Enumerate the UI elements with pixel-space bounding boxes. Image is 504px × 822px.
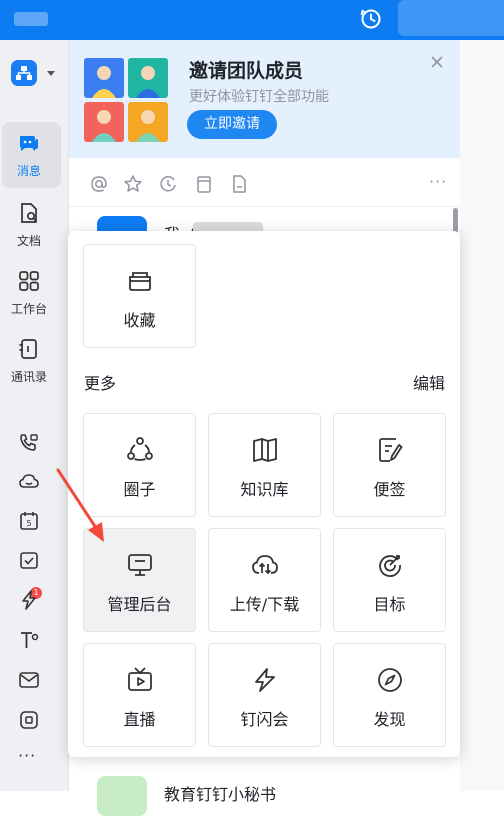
mail-icon[interactable] bbox=[18, 669, 40, 691]
cloud-transfer-icon bbox=[252, 555, 278, 575]
phone-video-icon[interactable] bbox=[18, 432, 40, 454]
list-item[interactable]: 教育钉钉小秘书 bbox=[69, 766, 460, 822]
tile-label: 便签 bbox=[373, 480, 406, 499]
notes-tile[interactable]: 便签 bbox=[333, 413, 446, 517]
lightning-icon[interactable] bbox=[18, 589, 40, 611]
banner-subtitle: 更好体验钉钉全部功能 bbox=[189, 89, 329, 105]
tile-label: 钉闪会 bbox=[240, 710, 289, 729]
tile-label: 管理后台 bbox=[107, 595, 172, 614]
section-title: 更多 bbox=[84, 374, 117, 393]
app-title-obscured bbox=[14, 12, 48, 26]
sidebar-item-docs[interactable]: 文档 bbox=[0, 192, 68, 258]
quick-filter-bar: ··· bbox=[69, 166, 460, 207]
note-icon bbox=[379, 438, 403, 462]
favorites-tile[interactable]: 收藏 bbox=[83, 244, 196, 348]
cloud-icon[interactable] bbox=[18, 470, 40, 492]
favorites-icon bbox=[129, 272, 151, 291]
banner-title: 邀请团队成员 bbox=[189, 60, 304, 82]
more-options-icon[interactable]: ··· bbox=[429, 172, 447, 191]
sidebar-item-label: 文档 bbox=[16, 234, 41, 248]
organization-switcher[interactable] bbox=[11, 60, 57, 86]
team-illustration bbox=[84, 58, 168, 142]
app-icon[interactable] bbox=[18, 709, 40, 731]
tile-label: 直播 bbox=[123, 710, 156, 729]
admin-console-icon bbox=[128, 554, 152, 576]
chevron-down-icon bbox=[47, 71, 55, 76]
calendar-day: 5 bbox=[26, 519, 31, 528]
avatar bbox=[97, 776, 147, 816]
knowledge-base-tile[interactable]: 知识库 bbox=[208, 413, 321, 517]
upload-download-tile[interactable]: 上传/下载 bbox=[208, 528, 321, 632]
chat-area bbox=[460, 40, 504, 791]
recent-icon[interactable] bbox=[158, 174, 178, 194]
annotation-arrow-icon bbox=[56, 468, 104, 542]
knowledge-icon bbox=[253, 438, 277, 462]
live-tile[interactable]: 直播 bbox=[83, 643, 196, 747]
close-icon[interactable] bbox=[429, 54, 445, 70]
tile-label: 收藏 bbox=[123, 311, 156, 330]
sidebar-item-label: 通讯录 bbox=[10, 370, 47, 384]
goals-tile[interactable]: 目标 bbox=[333, 528, 446, 632]
live-tv-icon bbox=[128, 667, 152, 691]
sidebar-item-workbench[interactable]: 工作台 bbox=[0, 260, 68, 326]
text-tool-icon[interactable] bbox=[18, 629, 40, 651]
more-icon[interactable]: ··· bbox=[18, 746, 36, 765]
calendar-doc-icon[interactable] bbox=[194, 174, 214, 194]
mention-icon[interactable] bbox=[89, 174, 109, 194]
document-icon bbox=[21, 203, 37, 223]
sidebar-item-messages[interactable]: 消息 bbox=[0, 122, 68, 188]
workbench-icon bbox=[19, 271, 39, 291]
contacts-icon bbox=[19, 339, 37, 359]
sidebar-item-label: 工作台 bbox=[10, 302, 47, 316]
title-bar bbox=[0, 0, 504, 40]
flash-meeting-icon bbox=[255, 668, 275, 692]
chat-icon bbox=[20, 136, 38, 151]
tile-label: 上传/下载 bbox=[229, 595, 300, 614]
flash-meeting-tile[interactable]: 钉闪会 bbox=[208, 643, 321, 747]
invite-now-button[interactable]: 立即邀请 bbox=[187, 110, 277, 139]
sidebar-item-label: 消息 bbox=[16, 164, 41, 178]
sidebar-item-contacts[interactable]: 通讯录 bbox=[0, 328, 68, 394]
todo-icon[interactable] bbox=[18, 549, 40, 571]
left-sidebar: 消息 文档 工作台 通讯录 5 1 ··· bbox=[0, 40, 69, 791]
target-icon bbox=[379, 555, 401, 577]
organization-icon bbox=[11, 60, 37, 86]
discover-tile[interactable]: 发现 bbox=[333, 643, 446, 747]
tile-label: 发现 bbox=[373, 710, 406, 729]
file-icon[interactable] bbox=[229, 174, 249, 194]
star-icon[interactable] bbox=[123, 174, 143, 194]
tile-label: 知识库 bbox=[240, 480, 289, 499]
invite-banner: 邀请团队成员 更好体验钉钉全部功能 立即邀请 bbox=[69, 40, 460, 158]
conversation-name: 教育钉钉小秘书 bbox=[164, 785, 277, 804]
circle-icon bbox=[127, 437, 153, 461]
compass-icon bbox=[378, 668, 402, 692]
edit-button[interactable]: 编辑 bbox=[413, 370, 445, 394]
history-icon[interactable] bbox=[358, 6, 384, 32]
search-input[interactable] bbox=[398, 0, 504, 36]
tile-label: 目标 bbox=[373, 595, 406, 614]
calendar-icon[interactable]: 5 bbox=[18, 510, 40, 532]
more-apps-popup: 收藏 更多 编辑 圈子 知识库 便签 管理后台 上传/下载 目标 直播 钉闪会 … bbox=[68, 231, 460, 757]
